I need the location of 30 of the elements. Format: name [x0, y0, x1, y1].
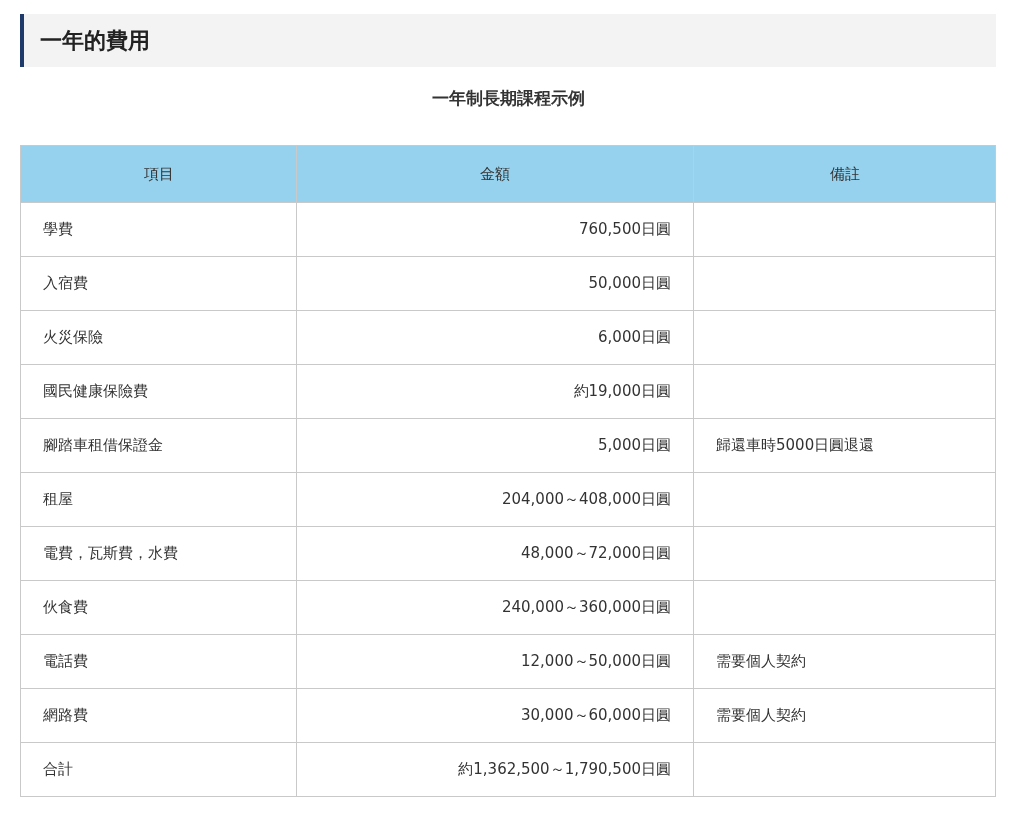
section-heading: 一年的費用 [20, 14, 996, 67]
table-cell: 30,000～60,000日圓 [296, 688, 694, 743]
table-cell: 6,000日圓 [296, 310, 694, 365]
table-cell: 火災保險 [20, 310, 297, 365]
table-cell: 入宿費 [20, 256, 297, 311]
table-cell: 電話費 [20, 634, 297, 689]
table-cell: 約19,000日圓 [296, 364, 694, 419]
table-cell: 合計 [20, 742, 297, 797]
column-header: 項目 [20, 145, 297, 203]
table-cell: 電費，瓦斯費，水費 [20, 526, 297, 581]
table-cell: 國民健康保險費 [20, 364, 297, 419]
table-cell: 12,000～50,000日圓 [296, 634, 694, 689]
table-cell: 240,000～360,000日圓 [296, 580, 694, 635]
table-cell: 伙食費 [20, 580, 297, 635]
table-cell: 租屋 [20, 472, 297, 527]
table-cell: 50,000日圓 [296, 256, 694, 311]
table-cell: 204,000～408,000日圓 [296, 472, 694, 527]
table-cell: 腳踏車租借保證金 [20, 418, 297, 473]
table-cell: 5,000日圓 [296, 418, 694, 473]
column-header: 備註 [693, 145, 996, 203]
table-cell: 48,000～72,000日圓 [296, 526, 694, 581]
table-caption: 一年制長期課程示例 [430, 87, 586, 110]
table-cell: 網路費 [20, 688, 297, 743]
table-cell: 需要個人契約 [693, 688, 996, 743]
column-header: 金額 [296, 145, 694, 203]
table-cell: 歸還車時5000日圓退還 [693, 418, 996, 473]
table-cell: 760,500日圓 [296, 202, 694, 257]
table-cell: 學費 [20, 202, 297, 257]
table-cell: 需要個人契約 [693, 634, 996, 689]
table-cell: 約1,362,500～1,790,500日圓 [296, 742, 694, 797]
